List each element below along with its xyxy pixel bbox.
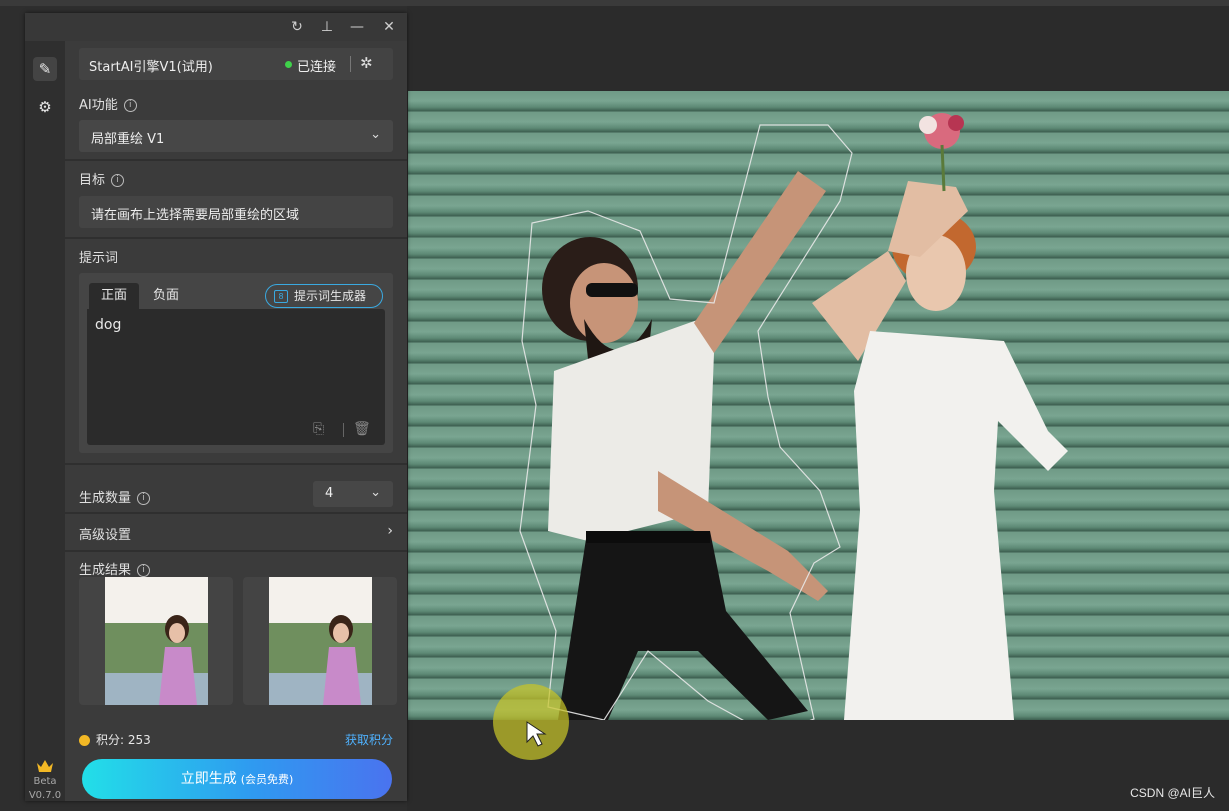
- coin-icon: [79, 735, 90, 746]
- beta-badge: Beta: [33, 776, 57, 787]
- panel-content: StartAI引擎V1(试用) 已连接 ✲ AI功能 i 局部重绘 V1 ⌄ 目标…: [65, 41, 407, 801]
- ai-function-label: AI功能 i: [79, 94, 137, 113]
- generate-now-button[interactable]: 立即生成 (会员免费): [82, 759, 392, 799]
- get-points-link[interactable]: 获取积分: [345, 731, 393, 748]
- result-thumbnail-1[interactable]: [79, 577, 233, 705]
- bouquet-flower-2: [948, 115, 964, 131]
- divider: [65, 159, 407, 161]
- generate-now-label: 立即生成: [180, 771, 237, 787]
- watermark: CSDN @AI巨人: [1130, 786, 1215, 800]
- advanced-settings-row[interactable]: 高级设置 ›: [79, 523, 393, 543]
- status-dot: [285, 61, 292, 68]
- target-field: 请在画布上选择需要局部重绘的区域: [79, 196, 393, 228]
- generate-count-label: 生成数量 i: [79, 487, 151, 506]
- man-face: [570, 263, 638, 343]
- info-icon[interactable]: i: [111, 174, 125, 187]
- man-raised-arm: [694, 171, 826, 353]
- photo-illustration: [519, 113, 1068, 720]
- prompt-generator-label: 提示词生成器: [294, 289, 367, 303]
- divider: [65, 463, 407, 465]
- chevron-down-icon: ⌄: [370, 127, 381, 142]
- generate-count-select[interactable]: 4 ⌄: [313, 481, 393, 507]
- ai-function-value: 局部重绘 V1: [91, 132, 165, 147]
- chevron-right-icon: ›: [387, 523, 393, 539]
- divider: [65, 512, 407, 514]
- generate-now-sublabel: (会员免费): [240, 773, 294, 786]
- crown-icon[interactable]: [36, 759, 54, 773]
- advanced-settings-label: 高级设置: [79, 528, 132, 543]
- minimize-icon[interactable]: —: [347, 17, 367, 37]
- prompt-generator-button[interactable]: 8 提示词生成器: [265, 284, 383, 308]
- prompt-box: 正面 负面 8 提示词生成器 dog ⎘ 🗑: [79, 273, 393, 453]
- generate-count-value: 4: [325, 486, 334, 501]
- paste-icon[interactable]: ⎘: [313, 421, 324, 437]
- engine-name: StartAI引擎V1(试用): [89, 60, 213, 75]
- result-image-1: [105, 577, 208, 705]
- plugin-panel: ↻ ⊥ — ✕ ✎ ⚙ Beta V0.7.0 StartAI引擎V1(试用) …: [25, 13, 407, 801]
- ai-function-select[interactable]: 局部重绘 V1 ⌄: [79, 120, 393, 152]
- target-value: 请在画布上选择需要局部重绘的区域: [91, 208, 300, 223]
- panel-titlebar: ↻ ⊥ — ✕: [25, 13, 407, 41]
- close-icon[interactable]: ✕: [379, 17, 399, 37]
- divider: [65, 237, 407, 239]
- target-label: 目标 i: [79, 169, 125, 188]
- prompt-textarea[interactable]: dog ⎘ 🗑: [87, 309, 385, 445]
- connection-status: 已连接: [297, 60, 337, 75]
- pin-icon[interactable]: ⊥: [317, 17, 337, 37]
- bouquet-flower-1: [919, 116, 937, 134]
- divider: [65, 550, 407, 552]
- prompt-text: dog: [95, 317, 122, 333]
- gear-icon[interactable]: ⚙: [33, 95, 57, 119]
- cursor-arrow-icon: [526, 721, 547, 747]
- brush-icon[interactable]: ✎: [33, 57, 57, 81]
- results-label: 生成结果 i: [79, 559, 151, 578]
- trash-icon[interactable]: 🗑: [353, 421, 371, 437]
- canvas-image[interactable]: [408, 91, 1229, 720]
- man-belt: [586, 531, 710, 543]
- info-icon[interactable]: i: [137, 564, 151, 577]
- info-icon[interactable]: i: [123, 99, 137, 112]
- chevron-down-icon: ⌄: [370, 485, 381, 500]
- generator-icon: 8: [274, 290, 288, 303]
- points-label: 积分: 253: [96, 733, 151, 747]
- panel-sidebar: ✎ ⚙ Beta V0.7.0: [25, 41, 65, 801]
- result-image-2: [269, 577, 372, 705]
- brush-cursor[interactable]: [493, 684, 569, 760]
- prompt-label: 提示词: [79, 251, 119, 266]
- tab-positive[interactable]: 正面: [89, 283, 139, 309]
- divider: [350, 56, 351, 72]
- engine-settings-icon[interactable]: ✲: [360, 54, 373, 72]
- refresh-icon[interactable]: ↻: [287, 17, 307, 37]
- result-thumbnail-2[interactable]: [243, 577, 397, 705]
- version-label: V0.7.0: [28, 790, 62, 801]
- info-icon[interactable]: i: [137, 492, 151, 505]
- woman-dress: [844, 331, 1068, 720]
- man-sunglasses: [586, 283, 638, 297]
- tab-negative[interactable]: 负面: [141, 283, 191, 309]
- divider: [343, 423, 344, 437]
- engine-selector[interactable]: StartAI引擎V1(试用) 已连接 ✲: [79, 48, 393, 80]
- points-display: 积分: 253: [79, 731, 151, 748]
- bouquet-stems: [940, 144, 946, 192]
